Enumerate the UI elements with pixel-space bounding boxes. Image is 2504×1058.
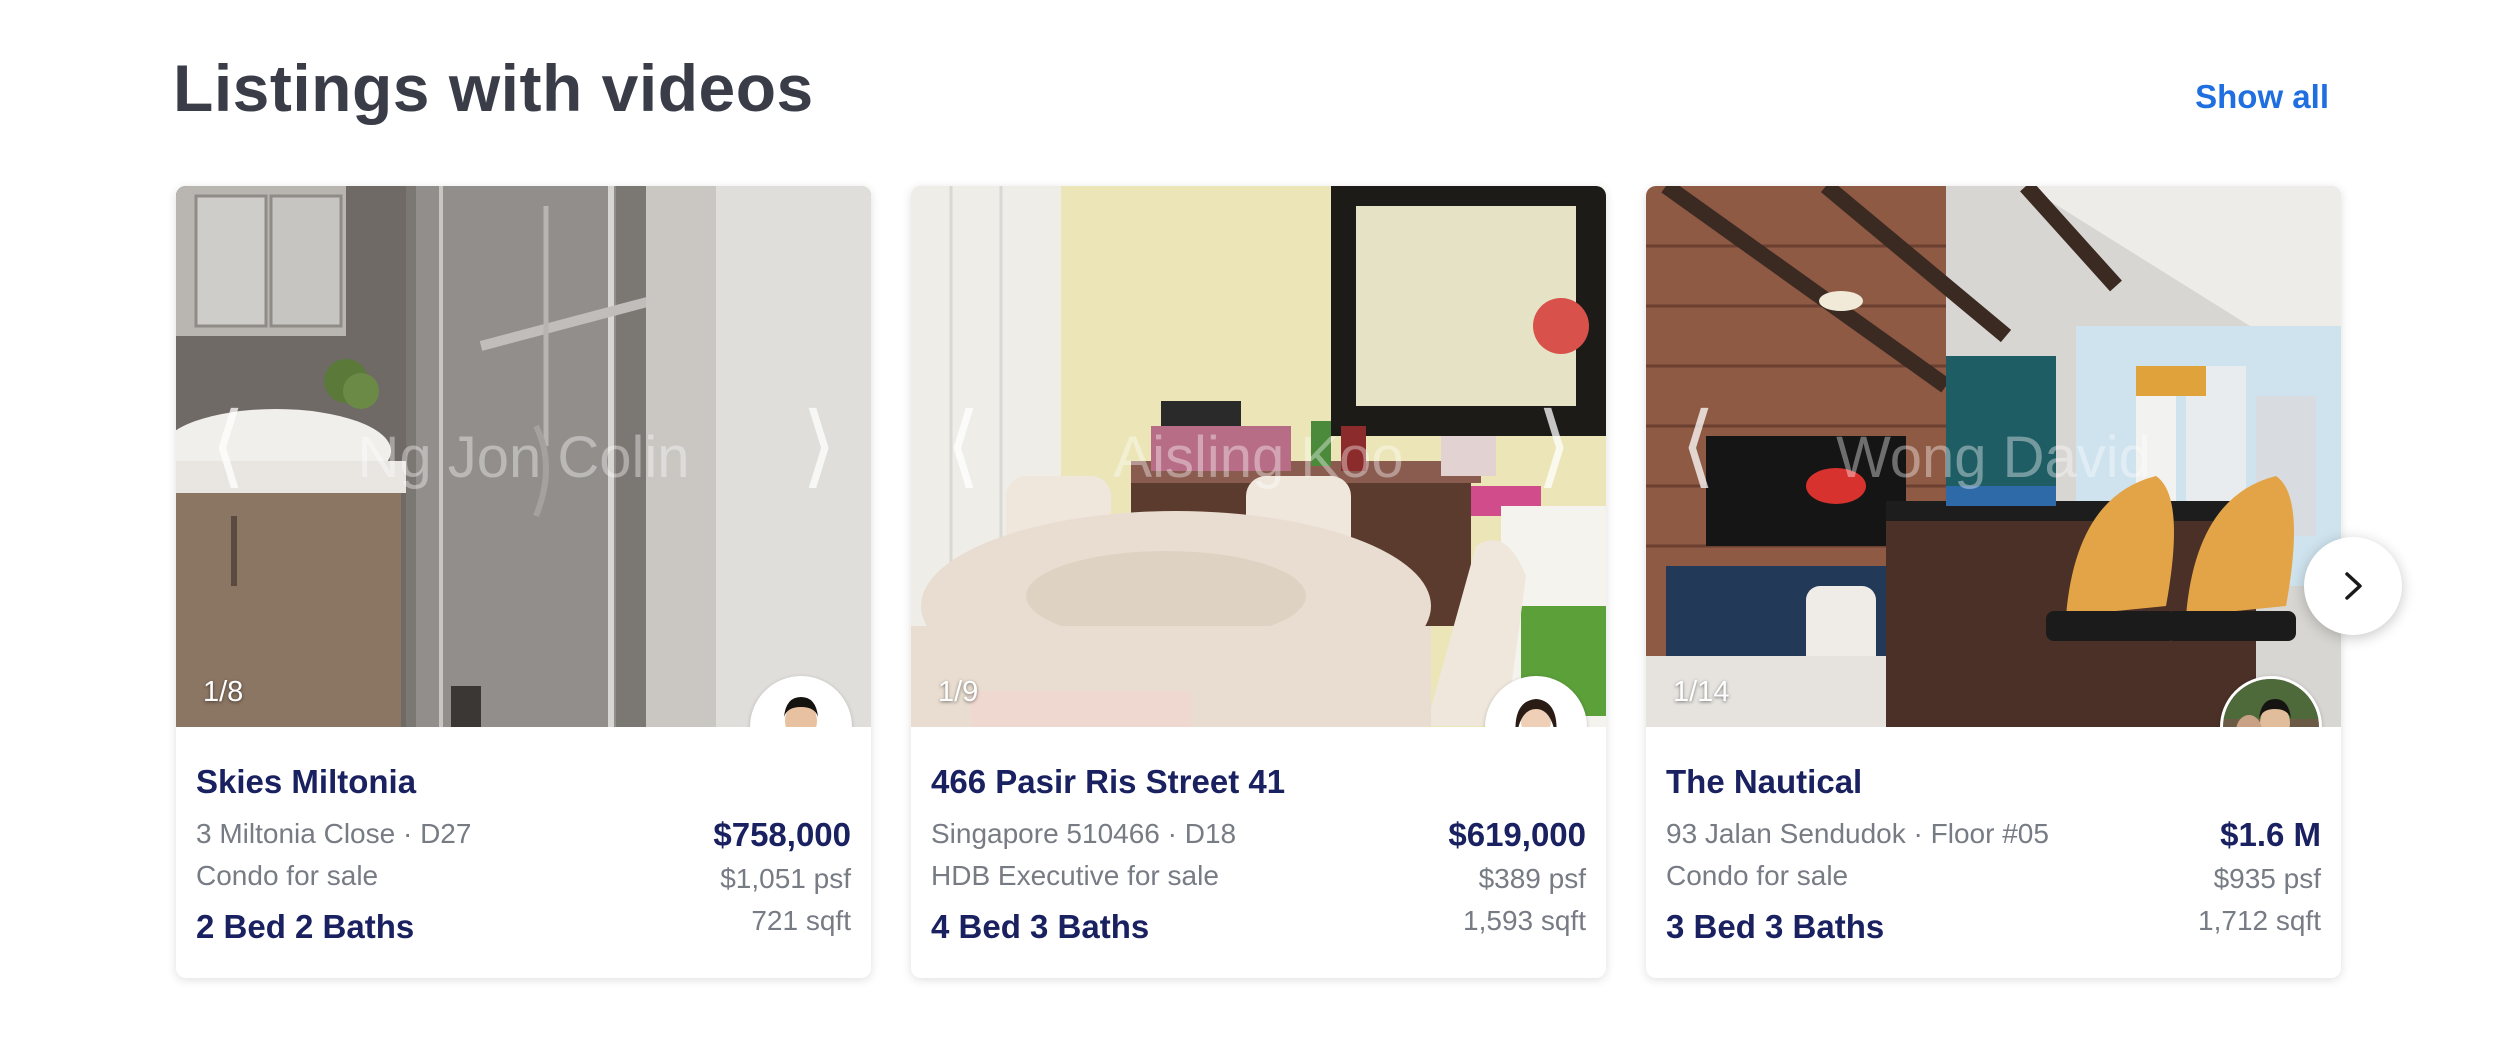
price-per-sqft: $935 psf <box>2213 863 2321 894</box>
agent-watermark: Wong David <box>1836 425 2151 490</box>
floor-area: 721 sqft <box>751 905 851 936</box>
price-per-sqft: $389 psf <box>1478 863 1586 894</box>
listing-name[interactable]: The Nautical <box>1666 763 1862 801</box>
prev-photo-icon[interactable]: ⟨ <box>1668 391 1728 501</box>
listing-address: 93 Jalan Sendudok · Floor #05 <box>1666 818 2049 849</box>
listing-card[interactable]: Ng Jon Colin ⟨ ⟩ 1/8 Skies Miltonia 3 Mi… <box>176 186 871 978</box>
next-photo-icon[interactable]: ⟩ <box>1524 391 1584 501</box>
listing-price: $1.6 M <box>2220 816 2321 853</box>
agent-watermark: Aisling Koo <box>1113 425 1404 490</box>
floor-area: 1,712 sqft <box>2198 905 2321 936</box>
listing-photo[interactable]: Wong David ⟨ 1/14 <box>1646 186 2341 727</box>
prev-photo-icon[interactable]: ⟨ <box>933 391 993 501</box>
photo-counter: 1/9 <box>938 676 979 708</box>
property-type: Condo for sale <box>1666 860 1849 891</box>
listing-photo[interactable]: Aisling Koo ⟨ ⟩ 1/9 <box>911 186 1606 727</box>
listing-name[interactable]: 466 Pasir Ris Street 41 <box>931 763 1285 801</box>
beds-baths: 4 Bed 3 Baths <box>931 908 1150 945</box>
listing-price: $619,000 <box>1448 816 1586 853</box>
photo-counter: 1/8 <box>203 676 244 708</box>
price-per-sqft: $1,051 psf <box>720 863 851 894</box>
listing-name[interactable]: Skies Miltonia <box>196 763 416 801</box>
property-type: HDB Executive for sale <box>931 860 1219 891</box>
listing-photo[interactable]: Ng Jon Colin ⟨ ⟩ 1/8 <box>176 186 871 727</box>
chevron-right-icon <box>2345 572 2362 600</box>
next-photo-icon[interactable]: ⟩ <box>789 391 849 501</box>
listing-address: 3 Miltonia Close · D27 <box>196 818 472 849</box>
floor-area: 1,593 sqft <box>1463 905 1586 936</box>
beds-baths: 2 Bed 2 Baths <box>196 908 415 945</box>
beds-baths: 3 Bed 3 Baths <box>1666 908 1885 945</box>
listing-price: $758,000 <box>713 816 851 853</box>
listing-address: Singapore 510466 · D18 <box>931 818 1237 849</box>
section-title: Listings with videos <box>173 51 814 125</box>
photo-counter: 1/14 <box>1673 676 1730 708</box>
show-all-link[interactable]: Show all <box>2195 78 2329 116</box>
carousel-next-button[interactable] <box>2304 537 2402 635</box>
listing-card[interactable]: Aisling Koo ⟨ ⟩ 1/9 466 Pasir Ris Street… <box>911 186 1606 978</box>
agent-watermark: Ng Jon Colin <box>357 425 690 490</box>
listing-card[interactable]: Wong David ⟨ 1/14 The Nautical 93 Jalan … <box>1646 186 2341 978</box>
prev-photo-icon[interactable]: ⟨ <box>198 391 258 501</box>
property-type: Condo for sale <box>196 860 379 891</box>
